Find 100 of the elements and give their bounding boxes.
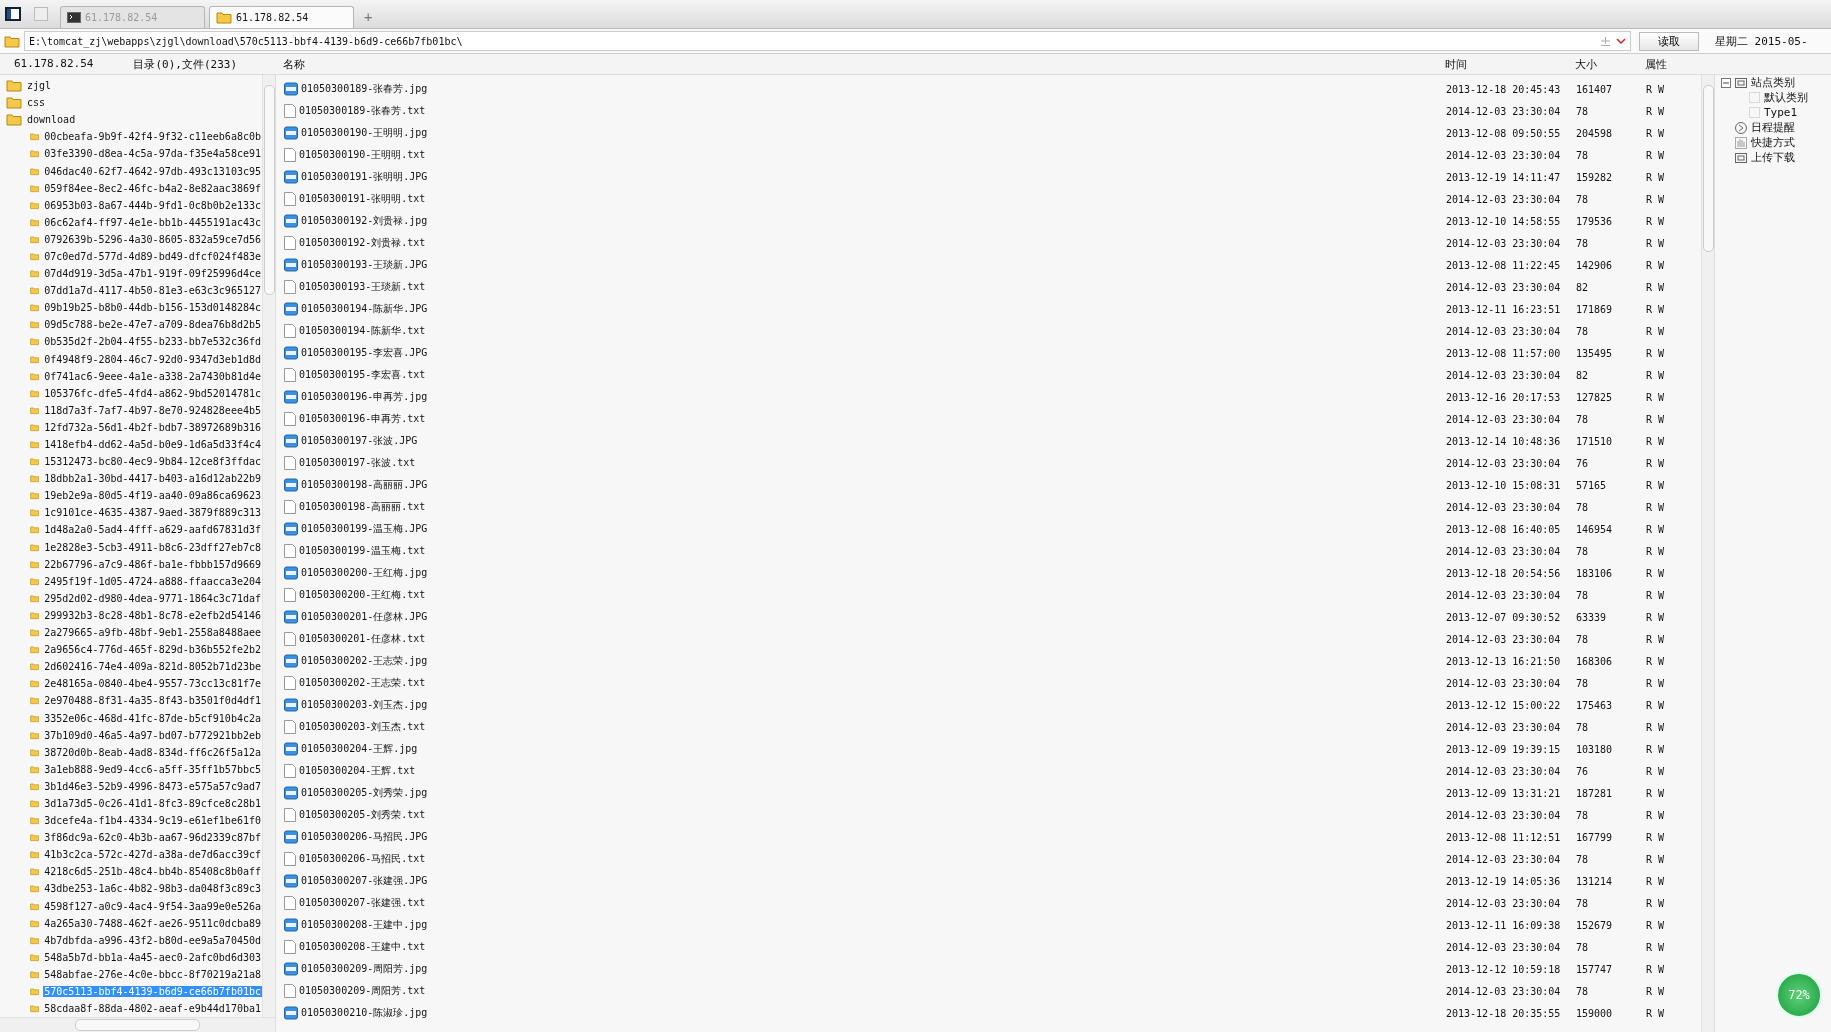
file-name[interactable]: 01050300191-张明明.JPG xyxy=(284,170,1446,184)
folder-name[interactable]: 2495f19f-1d05-4724-a888-ffaacca3e204 xyxy=(43,575,262,587)
file-name[interactable]: 01050300197-张波.JPG xyxy=(284,434,1446,448)
folder-name[interactable]: 0792639b-5296-4a30-8605-832a59ce7d56 xyxy=(43,233,262,245)
folder-name[interactable]: 4a265a30-7488-462f-ae26-9511c0dcba89 xyxy=(43,917,262,929)
folder-name[interactable]: 06953b03-8a67-444b-9fd1-0c8b0b2e133c xyxy=(43,199,262,211)
folder-name[interactable]: 1e2828e3-5cb3-4911-b8c6-23dff27eb7c8 xyxy=(43,541,262,553)
folder-name[interactable]: 4598f127-a0c9-4ac4-9f54-3aa99e0e526a xyxy=(43,900,262,912)
tree-item[interactable]: Type1 xyxy=(1764,106,1798,119)
file-name[interactable]: 01050300208-王建中.txt xyxy=(284,940,1446,954)
file-name[interactable]: 01050300189-张春芳.jpg xyxy=(284,82,1446,96)
folder-name[interactable]: 3f86dc9a-62c0-4b3b-aa67-96d2339c87bf xyxy=(43,832,262,844)
folder-name[interactable]: 12fd732a-56d1-4b2f-bdb7-38972689b316 xyxy=(43,421,262,433)
folder-name[interactable]: 15312473-bc80-4ec9-9b84-12ce8f3ffdac xyxy=(43,456,262,468)
folder-name[interactable]: 3dcefe4a-f1b4-4334-9c19-e61ef1be61f0 xyxy=(43,815,262,827)
folder-name[interactable]: css xyxy=(26,97,47,109)
folder-name[interactable]: 2d602416-74e4-409a-821d-8052b71d23be xyxy=(43,661,262,673)
folder-name[interactable]: 046dac40-62f7-4642-97db-493c13103c95 xyxy=(43,165,262,177)
plus-minus-icon[interactable] xyxy=(1601,36,1610,46)
scrollbar-thumb[interactable] xyxy=(263,85,275,295)
folder-name[interactable]: 09d5c788-be2e-47e7-a709-8dea76b8d2b5 xyxy=(43,319,262,331)
file-name[interactable]: 01050300202-王志荣.jpg xyxy=(284,654,1446,668)
file-name[interactable]: 01050300208-王建中.jpg xyxy=(284,918,1446,932)
file-name[interactable]: 01050300194-陈新华.txt xyxy=(284,324,1446,338)
folder-name[interactable]: 105376fc-dfe5-4fd4-a862-9bd52014781c xyxy=(43,387,262,399)
column-header[interactable]: 名称 xyxy=(283,56,1445,72)
file-name[interactable]: 01050300189-张春芳.txt xyxy=(284,104,1446,118)
file-name[interactable]: 01050300209-周阳芳.jpg xyxy=(284,962,1446,976)
file-name[interactable]: 01050300210-陈淑珍.jpg xyxy=(284,1006,1446,1020)
tree-item[interactable]: 日程提醒 xyxy=(1751,120,1795,135)
folder-name[interactable]: 37b109d0-46a5-4a97-bd07-b772921bb2eb xyxy=(43,729,262,741)
folder-name[interactable]: 41b3c2ca-572c-427d-a38a-de7d6acc39cf xyxy=(43,849,262,861)
file-name[interactable]: 01050300200-王红梅.txt xyxy=(284,588,1446,602)
file-name[interactable]: 01050300205-刘秀荣.txt xyxy=(284,808,1446,822)
file-name[interactable]: 01050300205-刘秀荣.jpg xyxy=(284,786,1446,800)
file-name[interactable]: 01050300193-王琰新.txt xyxy=(284,280,1446,294)
folder-name[interactable]: 1d48a2a0-5ad4-4fff-a629-aafd67831d3f xyxy=(43,524,262,536)
folder-name[interactable]: 4218c6d5-251b-48c4-bb4b-85408c8b0aff xyxy=(43,866,262,878)
folder-name[interactable]: 1418efb4-dd62-4a5d-b0e9-1d6a5d33f4c4 xyxy=(43,439,262,450)
folder-name[interactable]: 22b67796-a7c9-486f-ba1e-fbbb157d9669 xyxy=(43,558,262,570)
file-name[interactable]: 01050300203-刘玉杰.txt xyxy=(284,720,1446,734)
file-name[interactable]: 01050300190-王明明.jpg xyxy=(284,126,1446,140)
folder-name[interactable]: 0f4948f9-2804-46c7-92d0-9347d3eb1d8d xyxy=(43,353,262,365)
file-name[interactable]: 01050300192-刘贵禄.jpg xyxy=(284,214,1446,228)
file-name[interactable]: 01050300193-王琰新.JPG xyxy=(284,258,1446,272)
scrollbar-thumb[interactable] xyxy=(1702,85,1714,252)
tree-item[interactable]: 默认类别 xyxy=(1764,90,1808,105)
path-field[interactable]: E:\tomcat_zj\webapps\zjgl\download\570c5113-bbf4-4139-b6d9-ce66b7fb01bc\ xyxy=(24,31,1631,51)
file-name[interactable]: 01050300190-王明明.txt xyxy=(284,148,1446,162)
folder-name[interactable]: 00cbeafa-9b9f-42f4-9f32-c11eeb6a8c0b xyxy=(43,131,262,143)
chevron-down-icon[interactable] xyxy=(1616,38,1626,44)
folder-name[interactable]: 58cdaa8f-88da-4802-aeaf-e9b44d170ba1 xyxy=(43,1003,262,1015)
file-name[interactable]: 01050300201-任彦林.JPG xyxy=(284,610,1446,624)
tree-item[interactable]: 快捷方式 xyxy=(1751,135,1795,150)
folder-name[interactable]: 2a9656c4-776d-465f-829d-b36b552fe2b2 xyxy=(43,644,262,656)
file-name[interactable]: 01050300194-陈新华.JPG xyxy=(284,302,1446,316)
tree-item[interactable]: 上传下载 xyxy=(1751,150,1795,165)
folder-name[interactable]: 2e48165a-0840-4be4-9557-73cc13c81f7e xyxy=(43,678,262,690)
file-name[interactable]: 01050300199-温玉梅.JPG xyxy=(284,522,1446,536)
folder-name[interactable]: 059f84ee-8ec2-46fc-b4a2-8e82aac3869f xyxy=(43,182,262,194)
folder-name[interactable]: download xyxy=(26,114,77,126)
file-name[interactable]: 01050300199-温玉梅.txt xyxy=(284,544,1446,558)
folder-name[interactable]: 295d2d02-d980-4dea-9771-1864c3c71daf xyxy=(43,592,262,604)
file-name[interactable]: 01050300207-张建强.JPG xyxy=(284,874,1446,888)
folder-name[interactable]: zjgl xyxy=(26,80,53,92)
folder-name[interactable]: 1c9101ce-4635-4387-9aed-3879f889c313 xyxy=(43,507,262,519)
folder-name[interactable]: 2e970488-8f31-4a35-8f43-b3501f0d4df1 xyxy=(43,695,262,707)
panel-icon[interactable] xyxy=(5,7,21,21)
file-name[interactable]: 01050300200-王红梅.jpg xyxy=(284,566,1446,580)
scrollbar-thumb[interactable] xyxy=(75,1019,200,1031)
file-name[interactable]: 01050300196-申再芳.txt xyxy=(284,412,1446,426)
file-name[interactable]: 01050300206-马招民.txt xyxy=(284,852,1446,866)
folder-name[interactable]: 43dbe253-1a6c-4b82-98b3-da048f3c89c3 xyxy=(43,883,262,895)
window-icon[interactable] xyxy=(34,7,48,21)
file-name[interactable]: 01050300204-王辉.jpg xyxy=(284,742,1446,756)
folder-name[interactable]: 0b535d2f-2b04-4f55-b233-bb7e532c36fd xyxy=(43,336,262,348)
folder-name[interactable]: 2a279665-a9fb-48bf-9eb1-2558a8488aee xyxy=(43,627,262,639)
folder-name[interactable]: 09b19b25-b8b0-44db-b156-153d0148284c xyxy=(43,302,262,314)
folder-name[interactable]: 19eb2e9a-80d5-4f19-aa40-09a86ca69623 xyxy=(43,490,262,502)
file-name[interactable]: 01050300202-王志荣.txt xyxy=(284,676,1446,690)
collapse-toggle[interactable] xyxy=(1721,77,1731,88)
column-header[interactable]: 属性 xyxy=(1645,56,1700,72)
folder-name[interactable]: 548abfae-276e-4c0e-bbcc-8f70219a21a8 xyxy=(43,968,262,980)
file-name[interactable]: 01050300197-张波.txt xyxy=(284,456,1446,470)
folder-name[interactable]: 3b1d46e3-52b9-4996-8473-e575a57c9ad7 xyxy=(43,780,262,792)
folder-name[interactable]: 4b7dbfda-a996-43f2-b80d-ee9a5a70450d xyxy=(43,934,262,946)
file-name[interactable]: 01050300209-周阳芳.txt xyxy=(284,984,1446,998)
folder-name[interactable]: 07d4d919-3d5a-47b1-919f-09f25996d4ce xyxy=(43,268,262,280)
file-name[interactable]: 01050300207-张建强.txt xyxy=(284,896,1446,910)
file-name[interactable]: 01050300195-李宏喜.txt xyxy=(284,368,1446,382)
file-name[interactable]: 01050300198-高丽丽.txt xyxy=(284,500,1446,514)
folder-name[interactable]: 118d7a3f-7af7-4b97-8e70-924828eee4b5 xyxy=(43,404,262,416)
file-name[interactable]: 01050300206-马招民.JPG xyxy=(284,830,1446,844)
column-header[interactable]: 大小 xyxy=(1575,56,1645,72)
folder-name[interactable]: 38720d0b-8eab-4ad8-834d-ff6c26f5a12a xyxy=(43,746,262,758)
file-name[interactable]: 01050300204-王辉.txt xyxy=(284,764,1446,778)
connection-tab[interactable]: 61.178.82.54 xyxy=(209,6,354,28)
file-name[interactable]: 01050300198-高丽丽.JPG xyxy=(284,478,1446,492)
file-name[interactable]: 01050300196-申再芳.jpg xyxy=(284,390,1446,404)
folder-name[interactable]: 18dbb2a1-30bd-4417-b403-a16d12ab22b9 xyxy=(43,473,262,485)
